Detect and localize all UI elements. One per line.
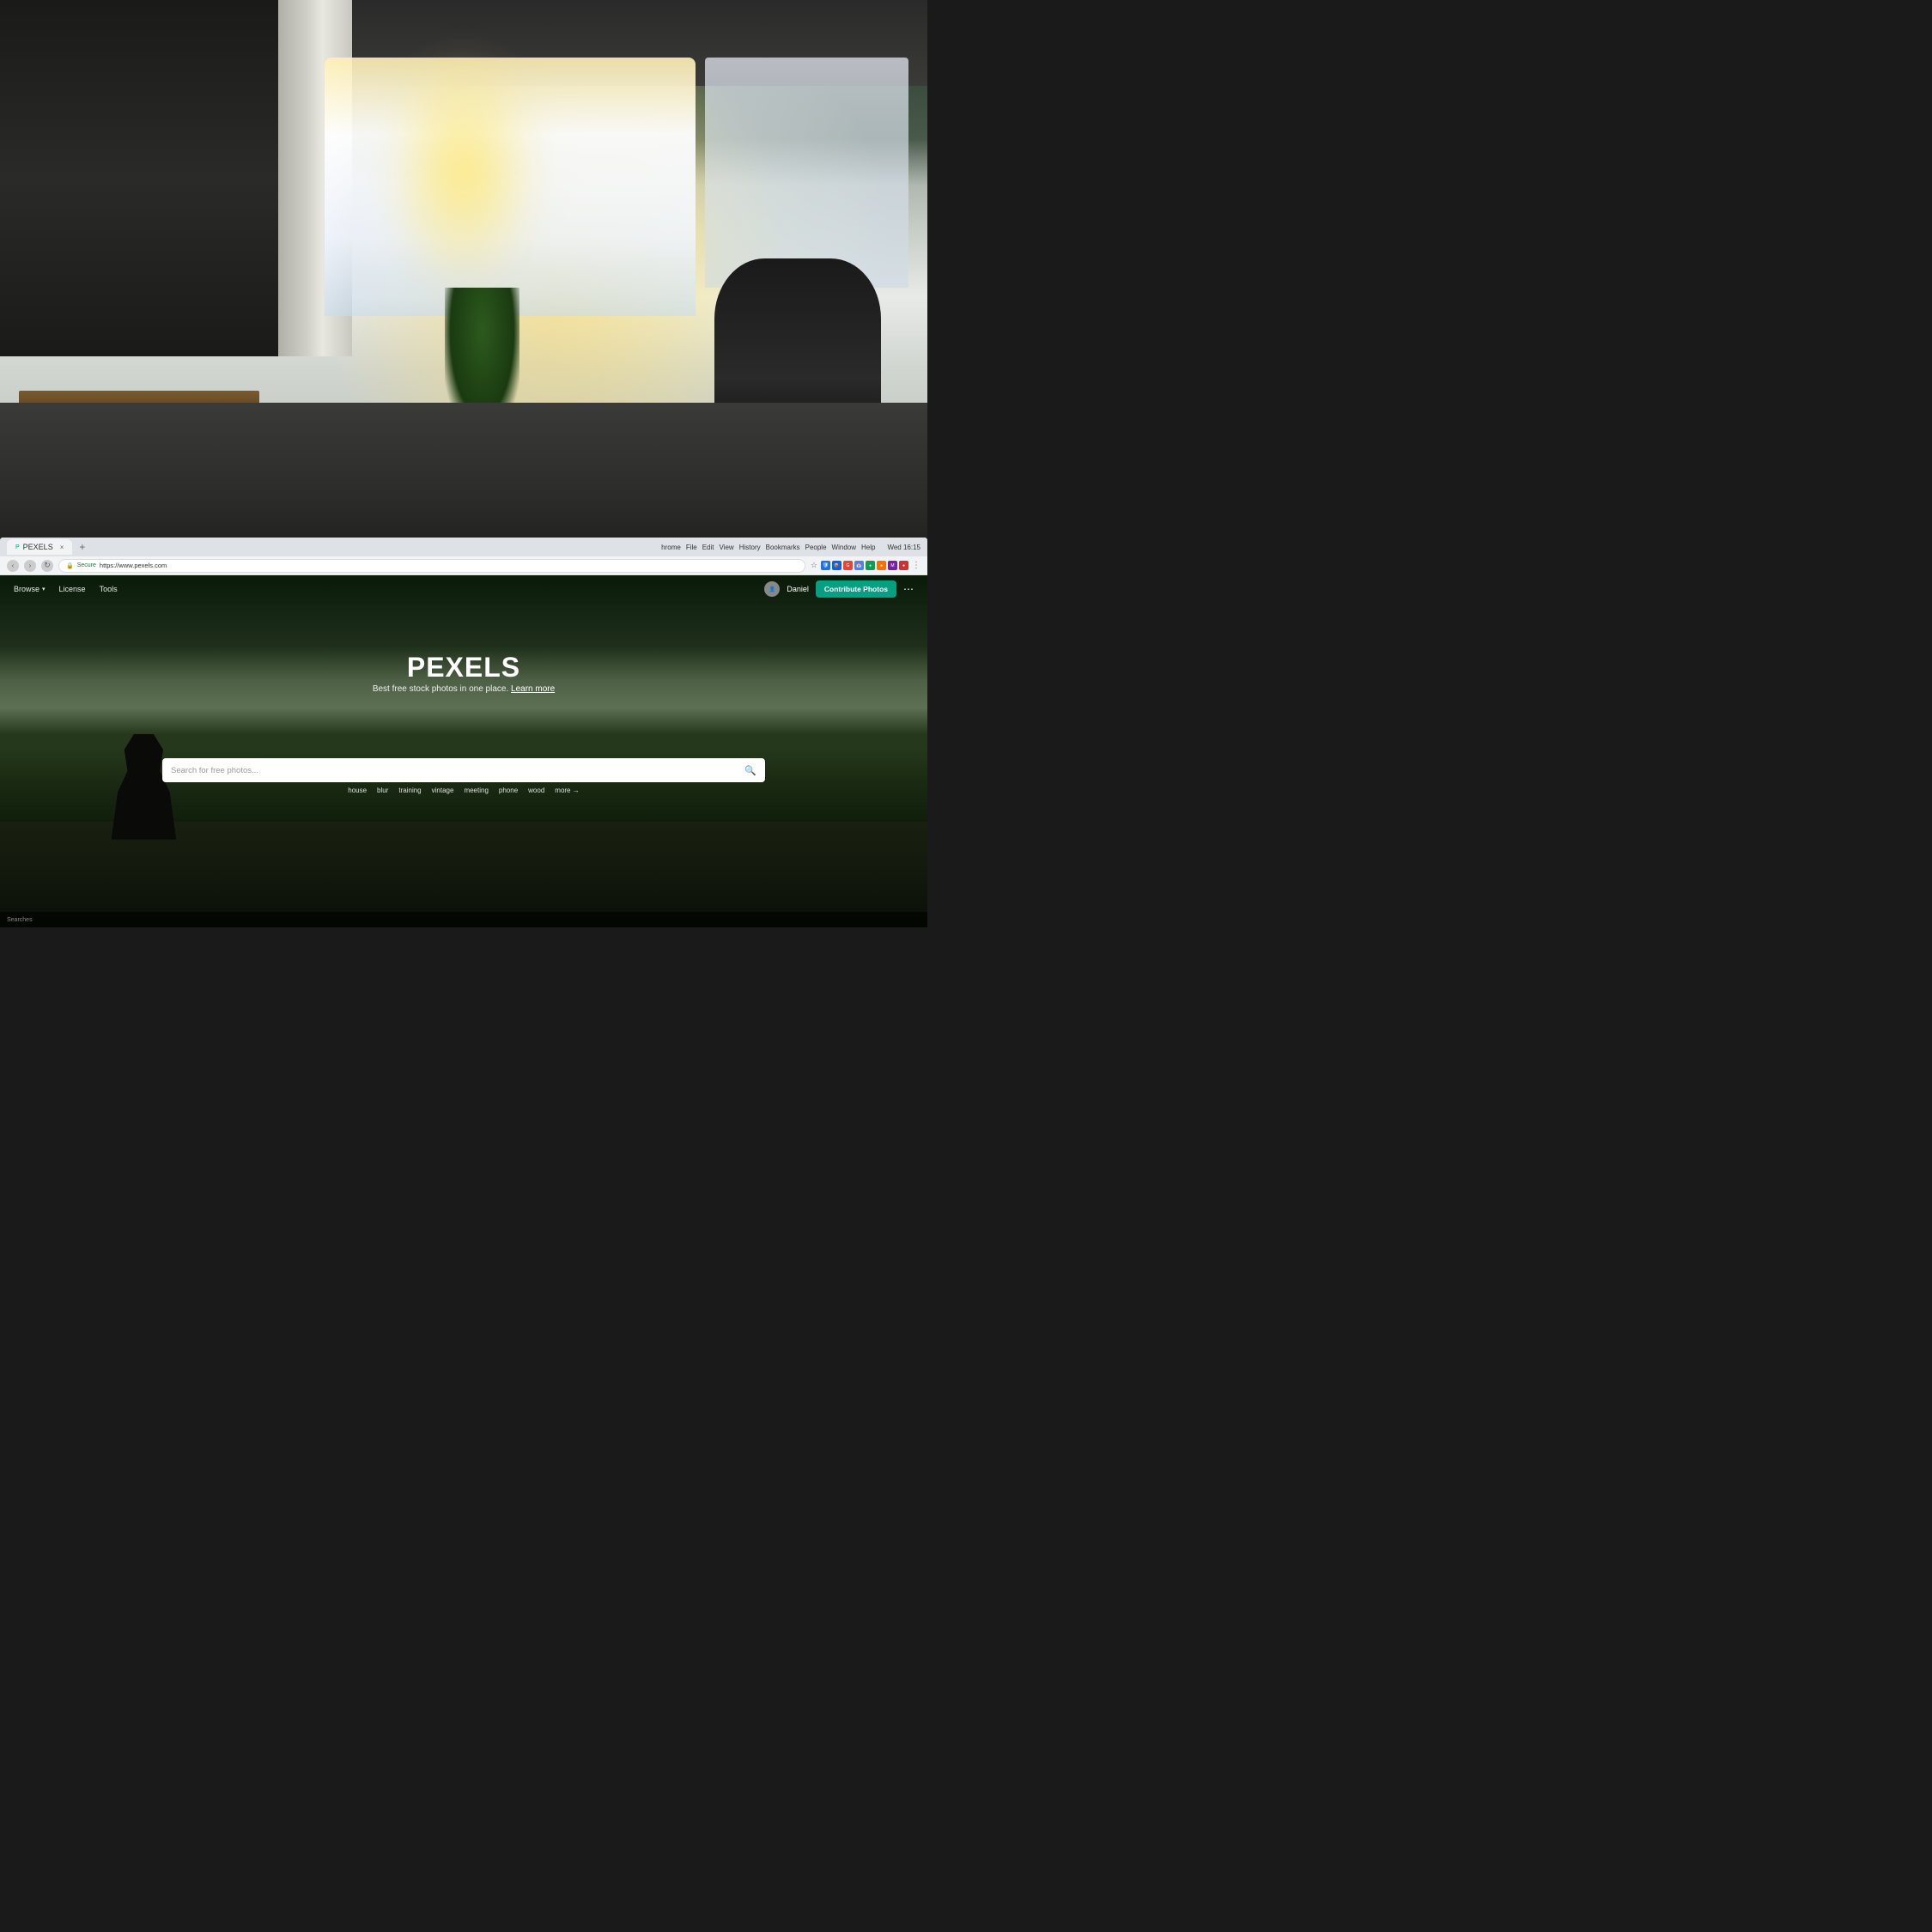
menu-chrome[interactable]: hrome — [661, 544, 681, 551]
user-avatar[interactable]: 👤 — [764, 581, 780, 597]
contribute-photos-button[interactable]: Contribute Photos — [816, 580, 896, 598]
back-button[interactable]: ‹ — [7, 560, 19, 572]
search-bar[interactable]: Search for free photos... 🔍 — [162, 758, 765, 782]
more-extensions[interactable]: ⋮ — [912, 561, 920, 570]
suggestion-wood[interactable]: wood — [528, 787, 544, 794]
menu-edit[interactable]: Edit — [702, 544, 714, 551]
menu-help[interactable]: Help — [861, 544, 875, 551]
tab-close-icon[interactable]: × — [60, 544, 64, 551]
system-time: Wed 16:15 — [887, 544, 920, 551]
website-content: Browse ▾ License Tools 👤 Daniel — [0, 575, 927, 927]
pexels-subtitle: Best free stock photos in one place. Lea… — [0, 684, 927, 694]
extension-icons: 🛡 📦 G 📅 ● ● M ● — [821, 561, 908, 570]
system-bar: hrome File Edit View History Bookmarks P… — [661, 544, 920, 551]
tools-link[interactable]: Tools — [100, 585, 118, 593]
more-options-button[interactable]: ⋯ — [903, 583, 914, 595]
suggestion-house[interactable]: house — [348, 787, 367, 794]
ext-dropbox[interactable]: 📦 — [832, 561, 841, 570]
pexels-title: PEXELS — [0, 653, 927, 681]
ext-google[interactable]: G — [843, 561, 853, 570]
suggestion-blur[interactable]: blur — [377, 787, 388, 794]
menu-window[interactable]: Window — [832, 544, 856, 551]
tab-title: PEXELS — [23, 543, 53, 551]
address-input[interactable]: 🔒 Secure https://www.pexels.com — [58, 559, 805, 573]
tools-label: Tools — [100, 585, 118, 593]
new-tab-button[interactable]: + — [79, 541, 85, 553]
secure-label: Secure — [77, 562, 96, 568]
menu-bookmarks[interactable]: Bookmarks — [766, 544, 800, 551]
search-container: Search for free photos... 🔍 house blur t… — [162, 758, 765, 794]
screen: P PEXELS × + hrome File Edit View Histor… — [0, 538, 927, 927]
taskbar-label: Searches — [7, 917, 33, 923]
right-windows — [705, 58, 909, 288]
license-link[interactable]: License — [59, 585, 86, 593]
ext-shield[interactable]: 🛡 — [821, 561, 830, 570]
menu-history[interactable]: History — [739, 544, 761, 551]
ext-purple[interactable]: M — [888, 561, 897, 570]
active-tab[interactable]: P PEXELS × — [7, 539, 72, 555]
search-placeholder: Search for free photos... — [171, 766, 738, 775]
license-label: License — [59, 585, 86, 593]
tab-favicon: P — [15, 544, 20, 550]
menu-file[interactable]: File — [686, 544, 697, 551]
search-icon[interactable]: 🔍 — [744, 765, 756, 776]
secure-icon: 🔒 — [66, 562, 74, 569]
tab-bar: P PEXELS × + hrome File Edit View Histor… — [0, 538, 927, 556]
ext-orange[interactable]: ● — [877, 561, 886, 570]
suggestion-more[interactable]: more → — [555, 787, 579, 794]
window-glow — [371, 28, 556, 316]
learn-more-link[interactable]: Learn more — [511, 684, 555, 694]
suggestion-meeting[interactable]: meeting — [464, 787, 488, 794]
taskbar: Searches — [0, 912, 927, 927]
ext-red[interactable]: ● — [899, 561, 908, 570]
ext-calendar[interactable]: 📅 — [854, 561, 864, 570]
subtitle-text: Best free stock photos in one place. — [373, 684, 508, 694]
browser-window: P PEXELS × + hrome File Edit View Histor… — [0, 538, 927, 927]
url-text: https://www.pexels.com — [100, 562, 167, 569]
suggestion-training[interactable]: training — [398, 787, 421, 794]
bookmark-icon[interactable]: ☆ — [811, 561, 817, 570]
refresh-button[interactable]: ↻ — [41, 560, 53, 572]
user-name[interactable]: Daniel — [787, 585, 809, 593]
browse-link[interactable]: Browse ▾ — [14, 585, 46, 593]
pexels-navbar: Browse ▾ License Tools 👤 Daniel — [0, 575, 927, 603]
suggestion-vintage[interactable]: vintage — [432, 787, 454, 794]
menu-people[interactable]: People — [805, 544, 827, 551]
left-wall — [0, 0, 278, 356]
ext-green[interactable]: ● — [866, 561, 875, 570]
browse-chevron: ▾ — [42, 586, 46, 592]
address-bar: ‹ › ↻ 🔒 Secure https://www.pexels.com ☆ … — [0, 556, 927, 575]
office-background — [0, 0, 927, 575]
hero-text: PEXELS Best free stock photos in one pla… — [0, 653, 927, 694]
address-actions: ☆ 🛡 📦 G 📅 ● ● M ● ⋮ — [811, 561, 920, 570]
menu-view[interactable]: View — [720, 544, 734, 551]
forward-button[interactable]: › — [24, 560, 36, 572]
pexels-hero: Browse ▾ License Tools 👤 Daniel — [0, 575, 927, 927]
search-suggestions: house blur training vintage meeting phon… — [162, 787, 765, 794]
browse-label: Browse — [14, 585, 39, 593]
suggestion-phone[interactable]: phone — [499, 787, 518, 794]
